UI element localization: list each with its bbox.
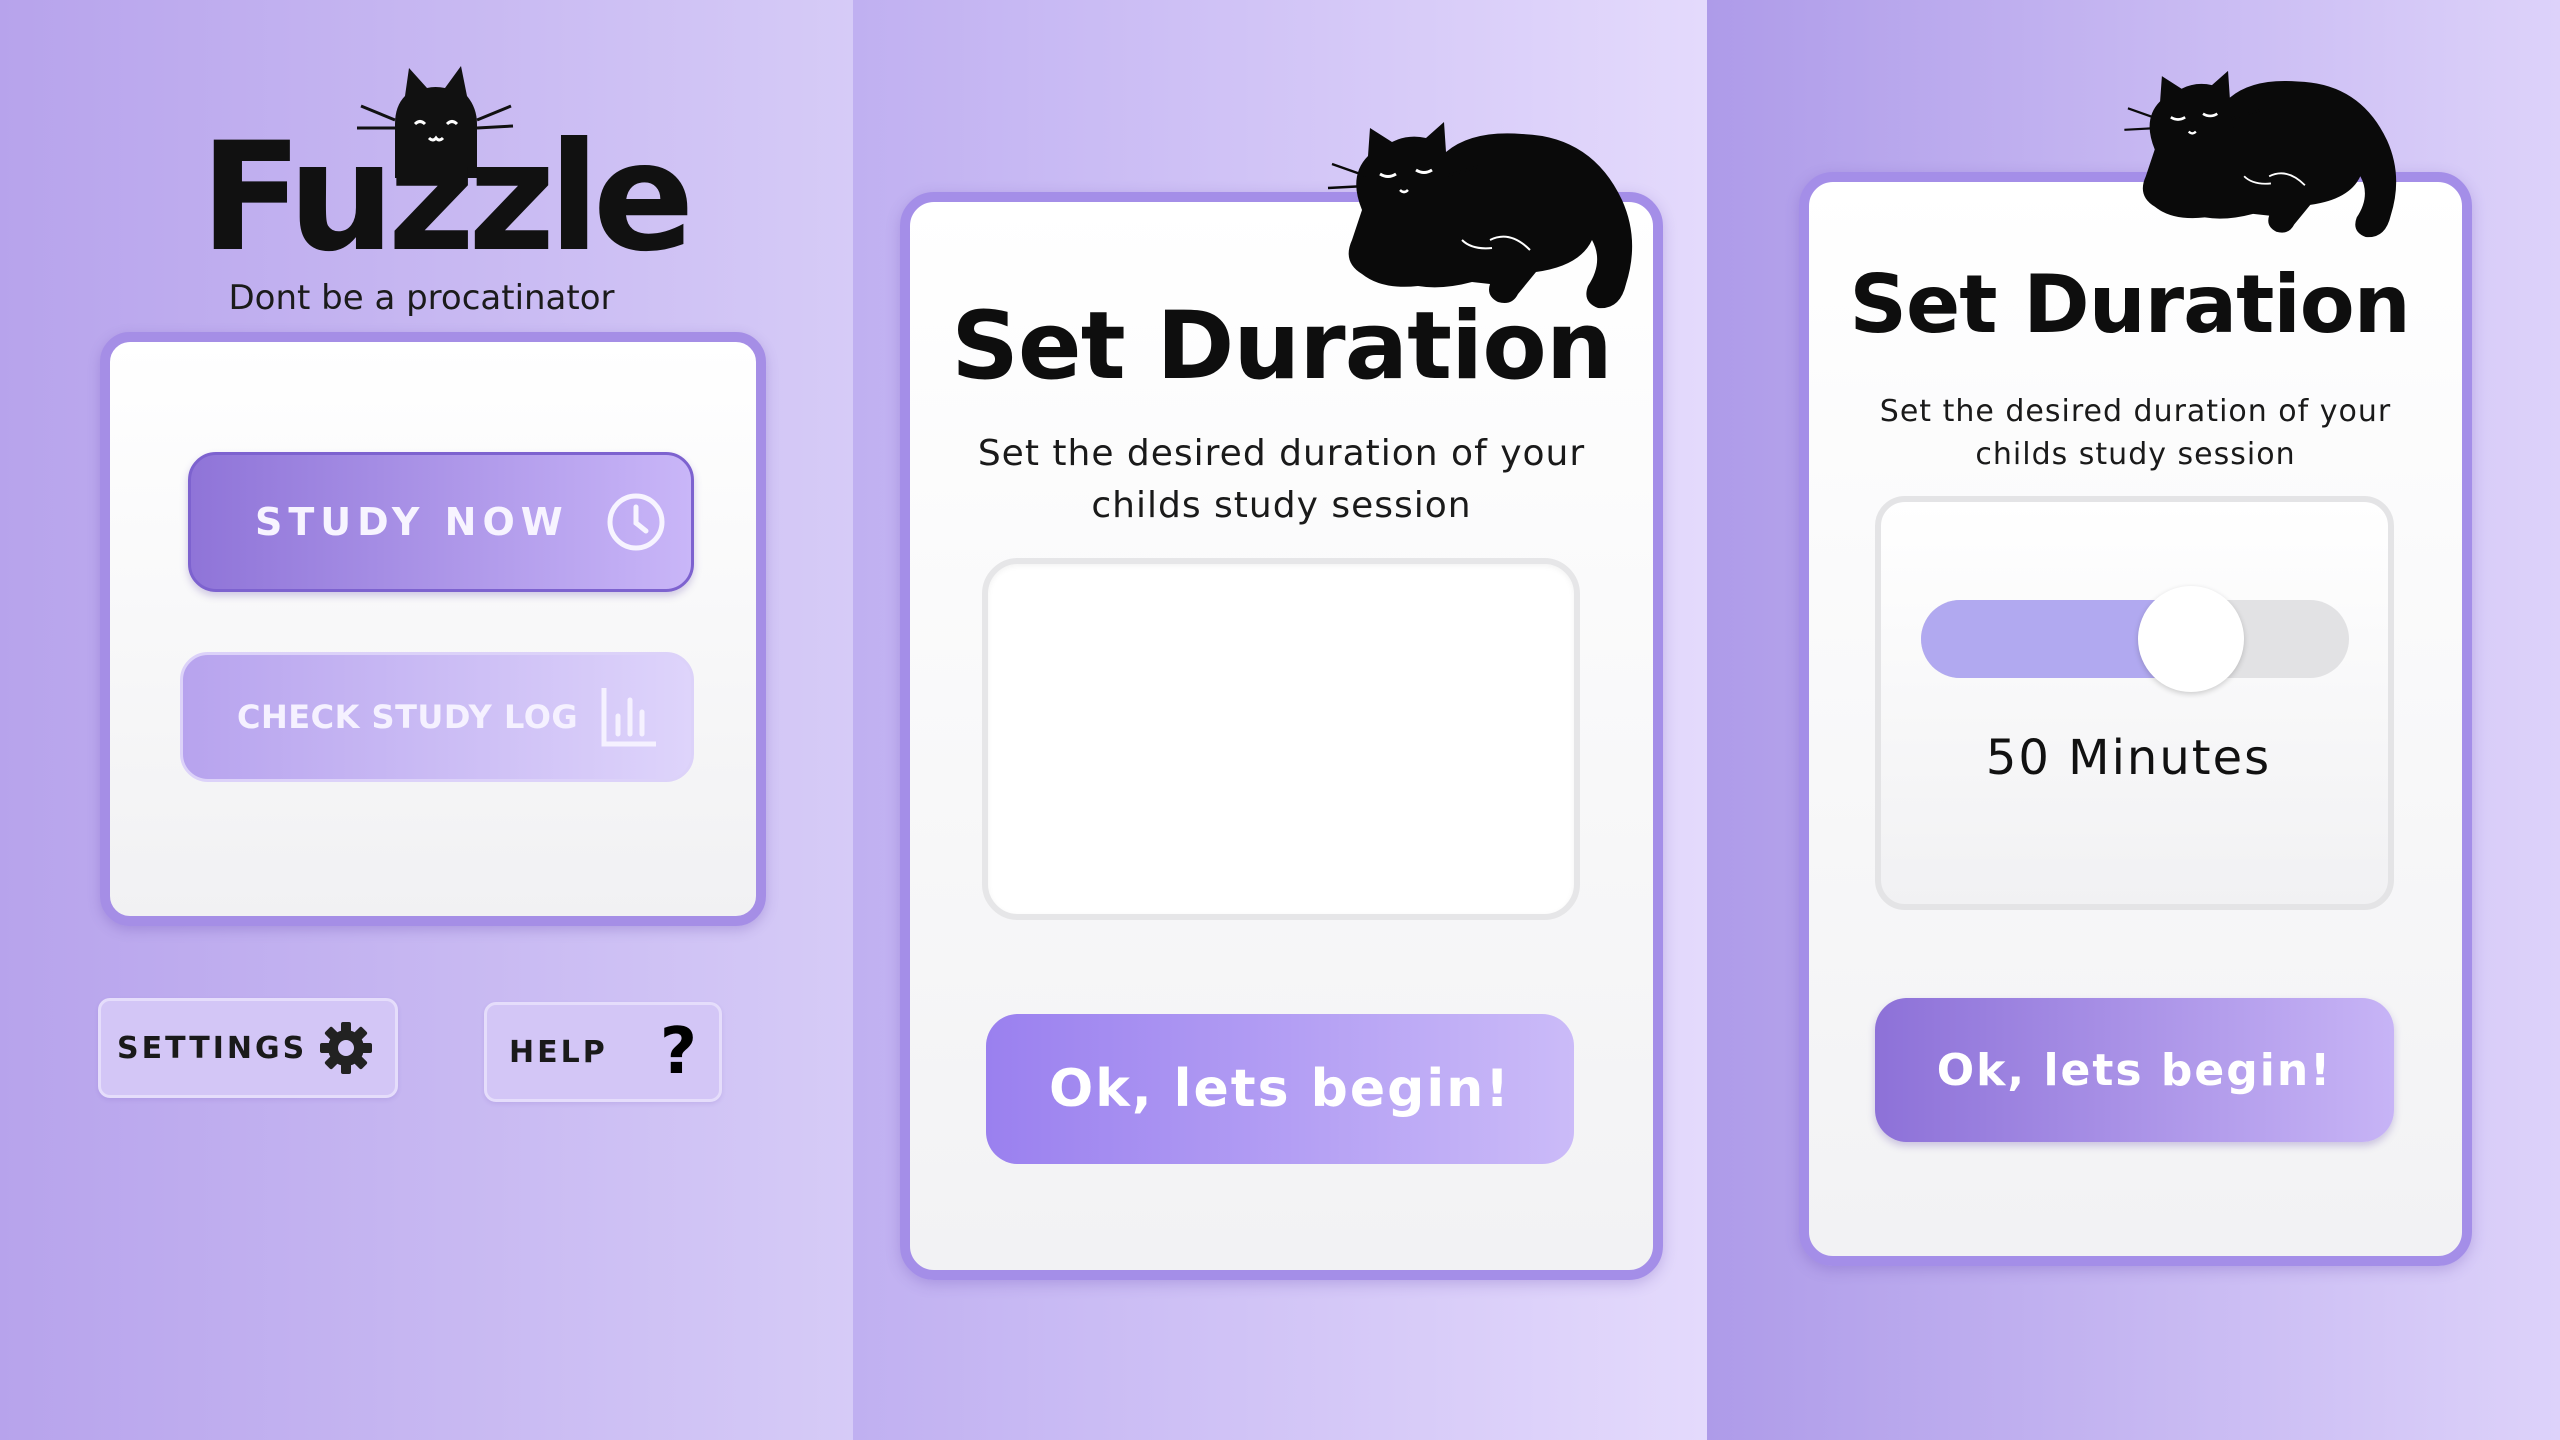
help-button[interactable]: HELP ?: [484, 1002, 722, 1102]
duration-value: 50 Minutes: [1985, 730, 2272, 786]
set-duration-empty-screen: Set Duration Set the desired duration of…: [853, 0, 1707, 1440]
set-duration-slider-screen: Set Duration Set the desired duration of…: [1707, 0, 2560, 1440]
duration-slider-thumb[interactable]: [2137, 586, 2244, 692]
duration-slider-box: 50 Minutes: [1875, 496, 2394, 910]
study-now-button[interactable]: STUDY NOW: [188, 452, 694, 592]
sleeping-cat-icon: [2124, 70, 2397, 238]
page-title: Set Duration: [951, 292, 1613, 401]
gear-icon: [320, 1022, 372, 1074]
settings-button[interactable]: SETTINGS: [98, 998, 398, 1098]
bar-chart-icon: [601, 688, 657, 747]
study-now-label: STUDY NOW: [255, 500, 569, 544]
page-subtitle: Set the desired duration of your childs …: [977, 433, 1586, 526]
check-study-log-button[interactable]: CHECK STUDY LOG: [180, 652, 694, 782]
check-study-log-label: CHECK STUDY LOG: [237, 698, 579, 736]
begin-button[interactable]: Ok, lets begin!: [1875, 998, 2394, 1142]
question-mark-icon: ?: [659, 1015, 697, 1089]
duration-input-box[interactable]: [982, 558, 1580, 920]
help-label: HELP: [509, 1034, 608, 1070]
duration-card: Set Duration Set the desired duration of…: [1799, 70, 2472, 1266]
tagline: Dont be a procatinator: [228, 278, 615, 318]
duration-card: Set Duration Set the desired duration of…: [900, 122, 1663, 1280]
clock-icon: [607, 493, 665, 551]
home-menu-card: STUDY NOW CHECK STUDY LOG: [100, 332, 766, 926]
home-screen: Fuzzle Dont be a procatinator STUDY NOW …: [0, 0, 853, 1440]
duration-slider-track[interactable]: [1921, 586, 2349, 692]
settings-label: SETTINGS: [117, 1030, 308, 1066]
page-subtitle: Set the desired duration of your childs …: [1879, 394, 2392, 472]
page-title: Set Duration: [1849, 258, 2410, 351]
sleeping-cat-icon: [1327, 122, 1633, 309]
app-logo-title: Fuzzle: [200, 111, 695, 285]
begin-button[interactable]: Ok, lets begin!: [986, 1014, 1574, 1164]
